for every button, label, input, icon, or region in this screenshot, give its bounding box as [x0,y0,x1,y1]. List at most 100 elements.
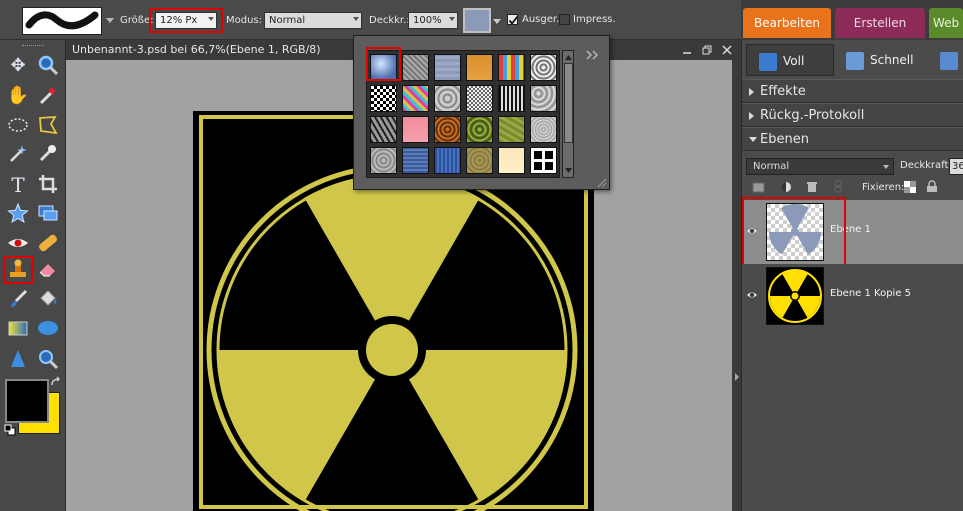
visibility-eye-icon[interactable] [746,290,758,302]
marquee-tool-icon[interactable] [6,114,30,138]
scroll-up-icon[interactable] [564,53,573,61]
section-history[interactable]: Rückg.-Protokoll [742,103,963,127]
pattern-swatch-16[interactable] [466,116,493,143]
pattern-swatch-20[interactable] [402,147,429,174]
pattern-dropdown-icon[interactable] [492,12,502,29]
pattern-swatch-17[interactable] [498,116,525,143]
blend-mode-select[interactable]: Normal [746,158,894,175]
pattern-swatch-13[interactable] [370,116,397,143]
pattern-picker-popup [353,35,610,190]
pattern-swatch-7[interactable] [370,85,397,112]
default-colors-icon[interactable] [4,424,16,436]
tab-bearbeiten[interactable]: Bearbeiten [743,8,831,38]
pattern-swatch-3[interactable] [434,54,461,81]
section-layers-label: Ebenen [760,132,809,147]
section-layers[interactable]: Ebenen [742,127,963,151]
close-icon[interactable] [722,45,732,55]
lasso-tool-icon[interactable] [36,114,60,138]
shape-tool-icon[interactable] [6,202,30,226]
scroll-thumb[interactable] [564,63,573,143]
zoom-tool-icon[interactable] [36,54,60,78]
restore-icon[interactable] [702,45,712,55]
pattern-scrollbar[interactable] [562,50,574,178]
resize-grip-icon[interactable] [595,176,607,188]
brush-tool-icon[interactable] [6,288,30,312]
ellipse-icon [38,321,58,335]
opacity-field[interactable]: 100% [408,12,458,29]
link-icon[interactable] [834,180,842,193]
chevron-down-icon [883,165,889,169]
pattern-swatch-15[interactable] [434,116,461,143]
paint-bucket-tool-icon[interactable] [36,288,60,312]
pattern-swatch-22[interactable] [466,147,493,174]
pattern-swatch-12[interactable] [530,85,557,112]
pattern-swatch-14[interactable] [402,116,429,143]
pattern-swatch-10[interactable] [466,85,493,112]
stamp-icon [10,259,26,277]
scroll-down-icon[interactable] [564,167,573,175]
sponge-magnifier-icon [39,350,59,370]
pattern-swatch-8[interactable] [402,85,429,112]
blur-tool-icon[interactable] [6,348,30,372]
pattern-swatch-24[interactable] [530,147,557,174]
schnell-button[interactable]: Schnell [838,44,934,76]
pattern-swatch-11[interactable] [498,85,525,112]
red-eye-tool-icon[interactable] [6,232,30,256]
pattern-swatch-2[interactable] [402,54,429,81]
type-tool-icon[interactable]: T [6,173,30,197]
size-stepper-icon[interactable] [208,17,214,21]
eyedropper-tool-icon[interactable] [36,84,60,108]
tab-erstellen[interactable]: Erstellen [835,8,925,38]
magic-wand-tool-icon[interactable] [6,142,30,166]
aligned-checkbox[interactable] [507,14,519,25]
mode-select[interactable]: Normal [264,12,362,29]
gradient-tool-icon[interactable] [6,317,30,341]
layer-row-ebene-1-kopie-5[interactable]: Ebene 1 Kopie 5 [742,264,963,328]
assistant-button[interactable] [938,44,963,76]
brush-preview[interactable] [22,7,102,35]
toolbox-grip[interactable] [22,45,44,47]
quick-selection-tool-icon[interactable] [36,142,60,166]
pattern-swatch-21[interactable] [434,147,461,174]
pattern-swatch-9[interactable] [434,85,461,112]
size-field[interactable]: 12% Px [155,12,217,29]
trash-icon[interactable] [806,180,818,193]
pattern-swatch-6[interactable] [530,54,557,81]
adjustment-layer-icon[interactable] [780,181,792,193]
sponge-tool-icon[interactable] [36,348,60,372]
pattern-swatch-18[interactable] [530,116,557,143]
section-effects[interactable]: Effekte [742,79,963,103]
move-tool-icon[interactable]: ✥ [6,54,30,78]
hand-tool-icon[interactable]: ✋ [6,84,30,108]
pattern-swatch[interactable] [463,8,491,33]
panel-collapse-icon[interactable] [733,372,740,382]
pattern-swatch-4[interactable] [466,54,493,81]
toolbox: ✥ ✋ T [0,40,66,511]
voll-button[interactable]: Voll [746,44,834,76]
pattern-swatch-5[interactable] [498,54,525,81]
pattern-stamp-tool-icon[interactable] [6,258,30,282]
crop-tool-icon[interactable] [36,173,60,197]
foreground-color-swatch[interactable] [5,379,49,423]
pattern-swatch-19[interactable] [370,147,397,174]
bandage-icon [38,234,58,252]
popup-menu-icon[interactable] [586,50,600,60]
new-layer-icon[interactable] [752,181,766,193]
eraser-tool-icon[interactable] [36,258,60,282]
lock-icon[interactable] [926,180,938,193]
layer-opacity-field[interactable]: 36 [949,158,963,175]
opacity-slider-icon[interactable] [449,17,455,21]
pattern-swatch-23[interactable] [498,147,525,174]
tab-web[interactable]: Web [929,8,963,38]
star-shape-icon [7,202,29,224]
minimize-icon[interactable] [682,45,692,55]
swap-colors-icon[interactable] [50,376,62,388]
lock-transparency-icon[interactable] [904,181,916,193]
grid-pattern-icon [534,151,553,170]
recompose-tool-icon[interactable] [36,202,60,226]
healing-brush-tool-icon[interactable] [36,232,60,256]
impress-checkbox[interactable] [559,14,570,25]
ellipse-shape-tool-icon[interactable] [36,317,60,341]
vertical-scrollbar[interactable] [732,60,741,511]
brush-dropdown-icon[interactable] [104,12,116,28]
